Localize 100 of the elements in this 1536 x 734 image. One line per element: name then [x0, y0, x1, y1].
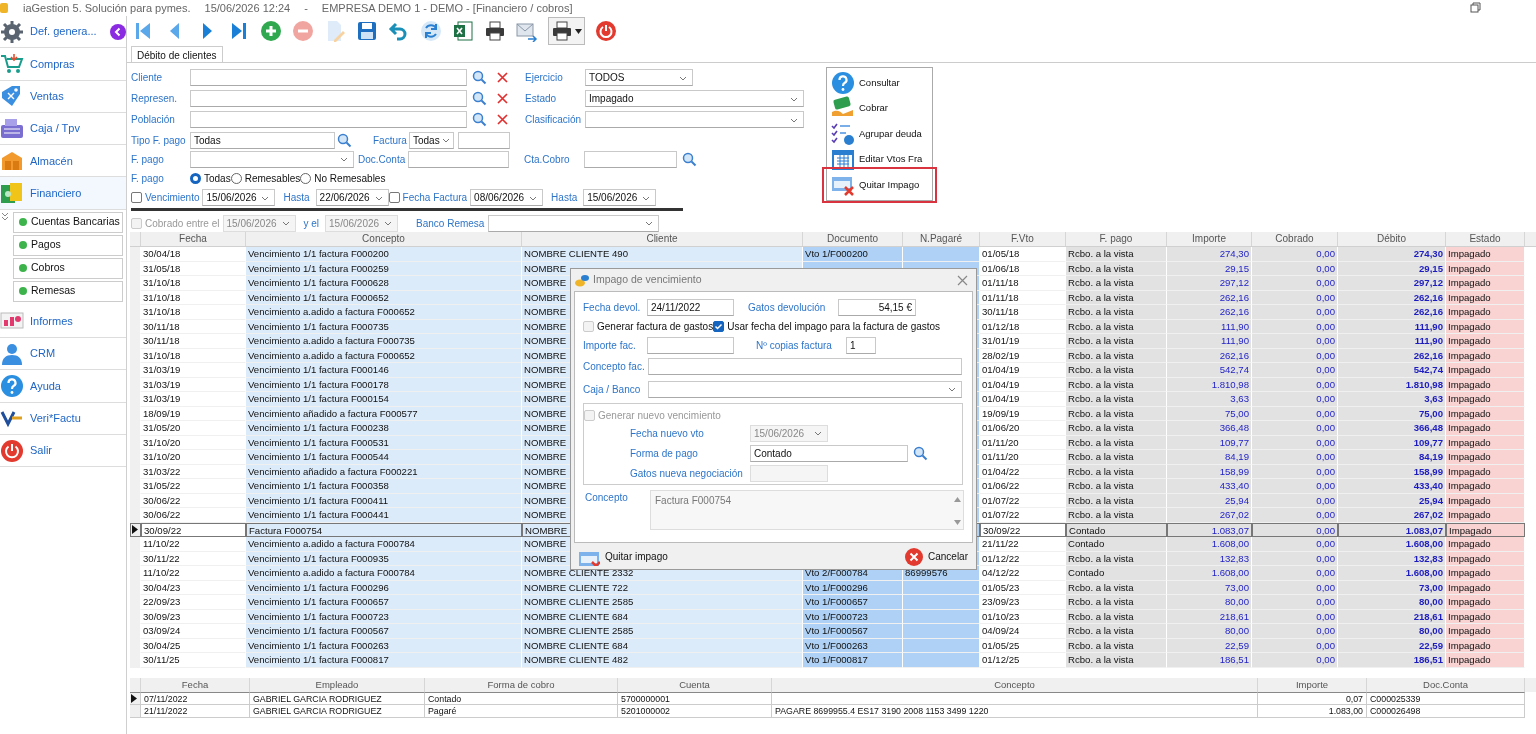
- sidebar-item[interactable]: Caja / Tpv: [0, 112, 126, 146]
- search-icon[interactable]: [682, 151, 697, 167]
- search-icon[interactable]: [337, 132, 352, 148]
- sidebar-item[interactable]: Salir: [0, 434, 126, 468]
- printer-icon[interactable]: [484, 20, 506, 42]
- mail-icon[interactable]: [516, 20, 538, 42]
- sidebar-item[interactable]: Financiero: [0, 177, 126, 210]
- column-header[interactable]: Cobrado: [1252, 232, 1338, 246]
- input-field[interactable]: [647, 336, 734, 354]
- column-header[interactable]: Empleado: [250, 678, 425, 692]
- date-field[interactable]: 22/06/2026: [315, 189, 389, 206]
- input-field[interactable]: [190, 69, 467, 86]
- dropdown[interactable]: Todas: [409, 131, 454, 149]
- column-header[interactable]: Forma de cobro: [425, 678, 618, 692]
- search-icon[interactable]: [913, 445, 928, 461]
- column-header[interactable]: Cuenta: [618, 678, 772, 692]
- coins-icon: [575, 273, 589, 287]
- dropdown[interactable]: [190, 150, 354, 168]
- clear-icon[interactable]: [496, 92, 509, 105]
- input-field[interactable]: Todas: [190, 131, 335, 149]
- column-header[interactable]: Importe: [1167, 232, 1252, 246]
- menu-item[interactable]: Agrupar deuda: [827, 121, 932, 147]
- column-header[interactable]: Estado: [1446, 232, 1525, 246]
- sidebar-item[interactable]: Ayuda: [0, 370, 126, 403]
- input-field[interactable]: 54,15 €: [838, 298, 916, 316]
- sidebar-item[interactable]: Compras: [0, 48, 126, 81]
- input-field[interactable]: [750, 464, 828, 482]
- column-header[interactable]: N.Pagaré: [903, 232, 980, 246]
- input-field[interactable]: 1: [846, 336, 876, 354]
- checkbox[interactable]: Fecha Factura: [388, 190, 468, 205]
- dropdown[interactable]: [585, 111, 804, 128]
- column-header[interactable]: Fecha: [141, 232, 246, 246]
- table-cell: 31/01/19: [980, 334, 1066, 349]
- column-header[interactable]: Concepto: [772, 678, 1258, 692]
- sidebar-item[interactable]: Informes: [0, 305, 126, 339]
- radio-button[interactable]: Remesables: [230, 171, 301, 186]
- column-header[interactable]: F.Vto: [980, 232, 1066, 246]
- add-icon[interactable]: [260, 20, 282, 42]
- search-icon[interactable]: [472, 70, 487, 85]
- collapse-icon[interactable]: [110, 23, 126, 40]
- sidebar-subitem[interactable]: Remesas: [13, 280, 123, 302]
- print-menu-button[interactable]: [548, 17, 585, 45]
- sidebar-subitem[interactable]: Cobros: [13, 257, 123, 279]
- dropdown[interactable]: [648, 380, 962, 398]
- input-field[interactable]: 24/11/2022: [647, 298, 734, 316]
- date-field[interactable]: 15/06/2026: [583, 189, 657, 206]
- column-header[interactable]: Documento: [803, 232, 903, 246]
- scroll-up-icon[interactable]: [953, 497, 961, 502]
- menu-item[interactable]: Quitar Impago: [827, 172, 932, 198]
- input-field[interactable]: [408, 150, 509, 168]
- column-header[interactable]: Cliente: [522, 232, 803, 246]
- clear-icon[interactable]: [496, 113, 509, 126]
- search-icon[interactable]: [472, 91, 487, 106]
- column-header[interactable]: Concepto: [246, 232, 522, 246]
- radio-button[interactable]: No Remesables: [300, 171, 386, 186]
- column-header[interactable]: Doc.Conta: [1367, 678, 1525, 692]
- table-cell: 186,51: [1167, 653, 1252, 668]
- refresh-icon[interactable]: [420, 20, 442, 42]
- date-field[interactable]: 15/06/2026: [202, 189, 276, 206]
- cancel-button[interactable]: Cancelar: [902, 545, 970, 568]
- row-header-cell[interactable]: [130, 705, 141, 718]
- input-field[interactable]: [458, 131, 510, 149]
- sidebar-subitem[interactable]: Cuentas Bancarias: [13, 211, 123, 233]
- input-field[interactable]: [584, 150, 677, 168]
- table-cell: 0,00: [1252, 537, 1338, 552]
- close-icon[interactable]: [957, 274, 968, 286]
- column-header[interactable]: Fecha: [141, 678, 250, 692]
- input-field[interactable]: [190, 90, 467, 107]
- menu-item[interactable]: Consultar: [827, 70, 932, 96]
- scroll-down-icon[interactable]: [953, 520, 961, 525]
- spreadsheet-icon[interactable]: [452, 20, 474, 42]
- date-field[interactable]: 08/06/2026: [470, 189, 544, 206]
- menu-item[interactable]: Editar Vtos Fra: [827, 146, 932, 172]
- text-area[interactable]: Factura F000754: [650, 490, 964, 530]
- restore-icon[interactable]: [1470, 2, 1482, 14]
- input-field[interactable]: [648, 357, 962, 375]
- save-icon[interactable]: [356, 20, 378, 42]
- column-header[interactable]: Importe: [1258, 678, 1367, 692]
- sidebar-item[interactable]: Veri*Factu: [0, 402, 126, 435]
- dropdown[interactable]: TODOS: [585, 69, 693, 86]
- dropdown[interactable]: Impagado: [585, 90, 804, 107]
- sidebar-subitem[interactable]: Pagos: [13, 234, 123, 256]
- checkbox[interactable]: Vencimiento: [131, 190, 200, 205]
- field-label: Banco Remesa: [416, 216, 485, 231]
- table-cell: Vencimiento 1/1 factura F000657: [246, 595, 522, 610]
- input-field[interactable]: [190, 111, 467, 128]
- column-header[interactable]: Débito: [1338, 232, 1446, 246]
- dropdown[interactable]: [488, 214, 660, 232]
- sidebar-item[interactable]: Ventas: [0, 80, 126, 113]
- search-icon[interactable]: [472, 112, 487, 127]
- sidebar-item[interactable]: Def. genera...: [0, 16, 126, 49]
- radio-button[interactable]: Todas: [190, 171, 231, 186]
- table-cell: 31/05/22: [141, 479, 246, 494]
- row-header-cell[interactable]: [130, 692, 141, 705]
- menu-item[interactable]: Cobrar: [827, 95, 932, 121]
- tab[interactable]: Débito de clientes: [131, 46, 223, 62]
- column-header[interactable]: F. pago: [1066, 232, 1167, 246]
- clear-icon[interactable]: [496, 71, 509, 84]
- sidebar-item[interactable]: CRM: [0, 338, 126, 371]
- power-icon[interactable]: [595, 20, 617, 42]
